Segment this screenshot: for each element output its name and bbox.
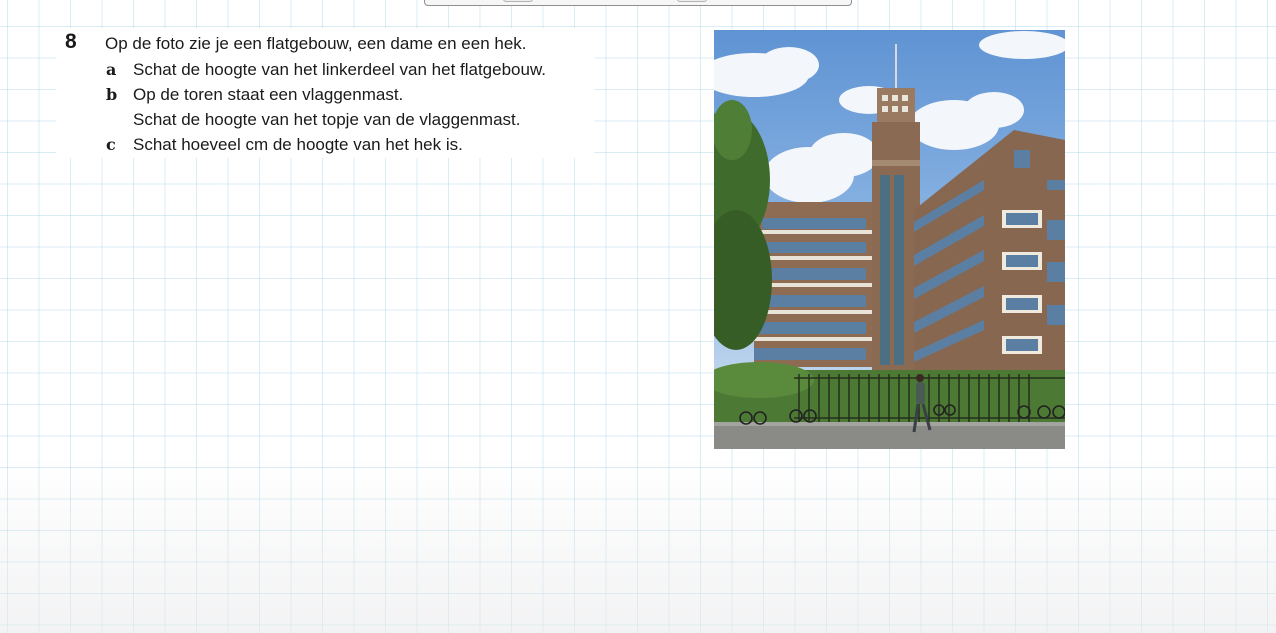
building-photo — [714, 30, 1065, 449]
toolbar-button-left[interactable] — [503, 0, 533, 2]
toolbar-button-right[interactable] — [677, 0, 707, 2]
exercise-intro: Op de foto zie je een flatgebouw, een da… — [105, 34, 527, 53]
question-b-text-line2: Schat de hoogte van het topje van de vla… — [133, 110, 521, 129]
question-b-text-line1: Op de toren staat een vlaggenmast. — [133, 85, 404, 104]
building-photo-drawing — [714, 30, 1065, 449]
exercise-number: 8 — [65, 30, 77, 53]
floating-toolbar — [424, 0, 852, 6]
question-letter-a: a — [106, 60, 117, 79]
exercise-block: 8 Op de foto zie je een flatgebouw, een … — [56, 28, 594, 158]
street — [714, 422, 1065, 449]
tower — [872, 44, 920, 370]
question-a-text: Schat de hoogte van het linkerdeel van h… — [133, 60, 547, 79]
question-letter-b: b — [106, 85, 118, 104]
question-letter-c: c — [106, 135, 116, 154]
question-c-text: Schat hoeveel cm de hoogte van het hek i… — [133, 135, 463, 154]
